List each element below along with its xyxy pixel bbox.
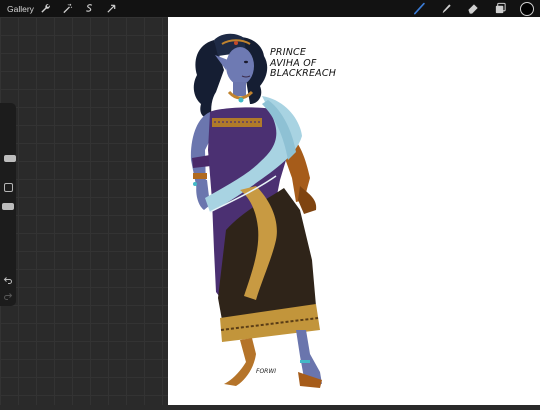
transform-arrow-icon[interactable] — [106, 3, 118, 15]
left-tools — [40, 3, 118, 15]
brush-icon[interactable] — [412, 2, 426, 16]
redo-icon[interactable] — [3, 291, 13, 301]
gallery-button[interactable]: Gallery — [7, 4, 34, 14]
layers-icon[interactable] — [493, 2, 507, 16]
workspace-background — [0, 17, 168, 405]
title-line: BLACKREACH — [270, 68, 337, 79]
right-tools — [412, 0, 534, 17]
brush-size-slider[interactable] — [2, 103, 16, 173]
undo-icon[interactable] — [3, 275, 13, 285]
wrench-icon[interactable] — [40, 3, 52, 15]
opacity-slider-thumb[interactable] — [2, 203, 14, 210]
artwork-title: PRINCE AVIHA OF BLACKREACH — [270, 47, 337, 80]
modify-button[interactable] — [4, 183, 13, 192]
smudge-icon[interactable] — [439, 2, 453, 16]
sidebar — [0, 103, 16, 306]
color-picker-swatch[interactable] — [520, 1, 534, 16]
magic-wand-icon[interactable] — [62, 3, 74, 15]
artist-signature: FORWI — [256, 368, 277, 375]
character-illustration — [190, 33, 322, 388]
drawing-canvas[interactable]: PRINCE AVIHA OF BLACKREACH FORWI — [168, 17, 540, 405]
brush-size-thumb[interactable] — [4, 155, 16, 162]
title-line: PRINCE — [270, 47, 307, 58]
selection-icon[interactable] — [84, 3, 96, 15]
eraser-icon[interactable] — [466, 2, 480, 16]
top-toolbar: Gallery — [0, 0, 540, 17]
